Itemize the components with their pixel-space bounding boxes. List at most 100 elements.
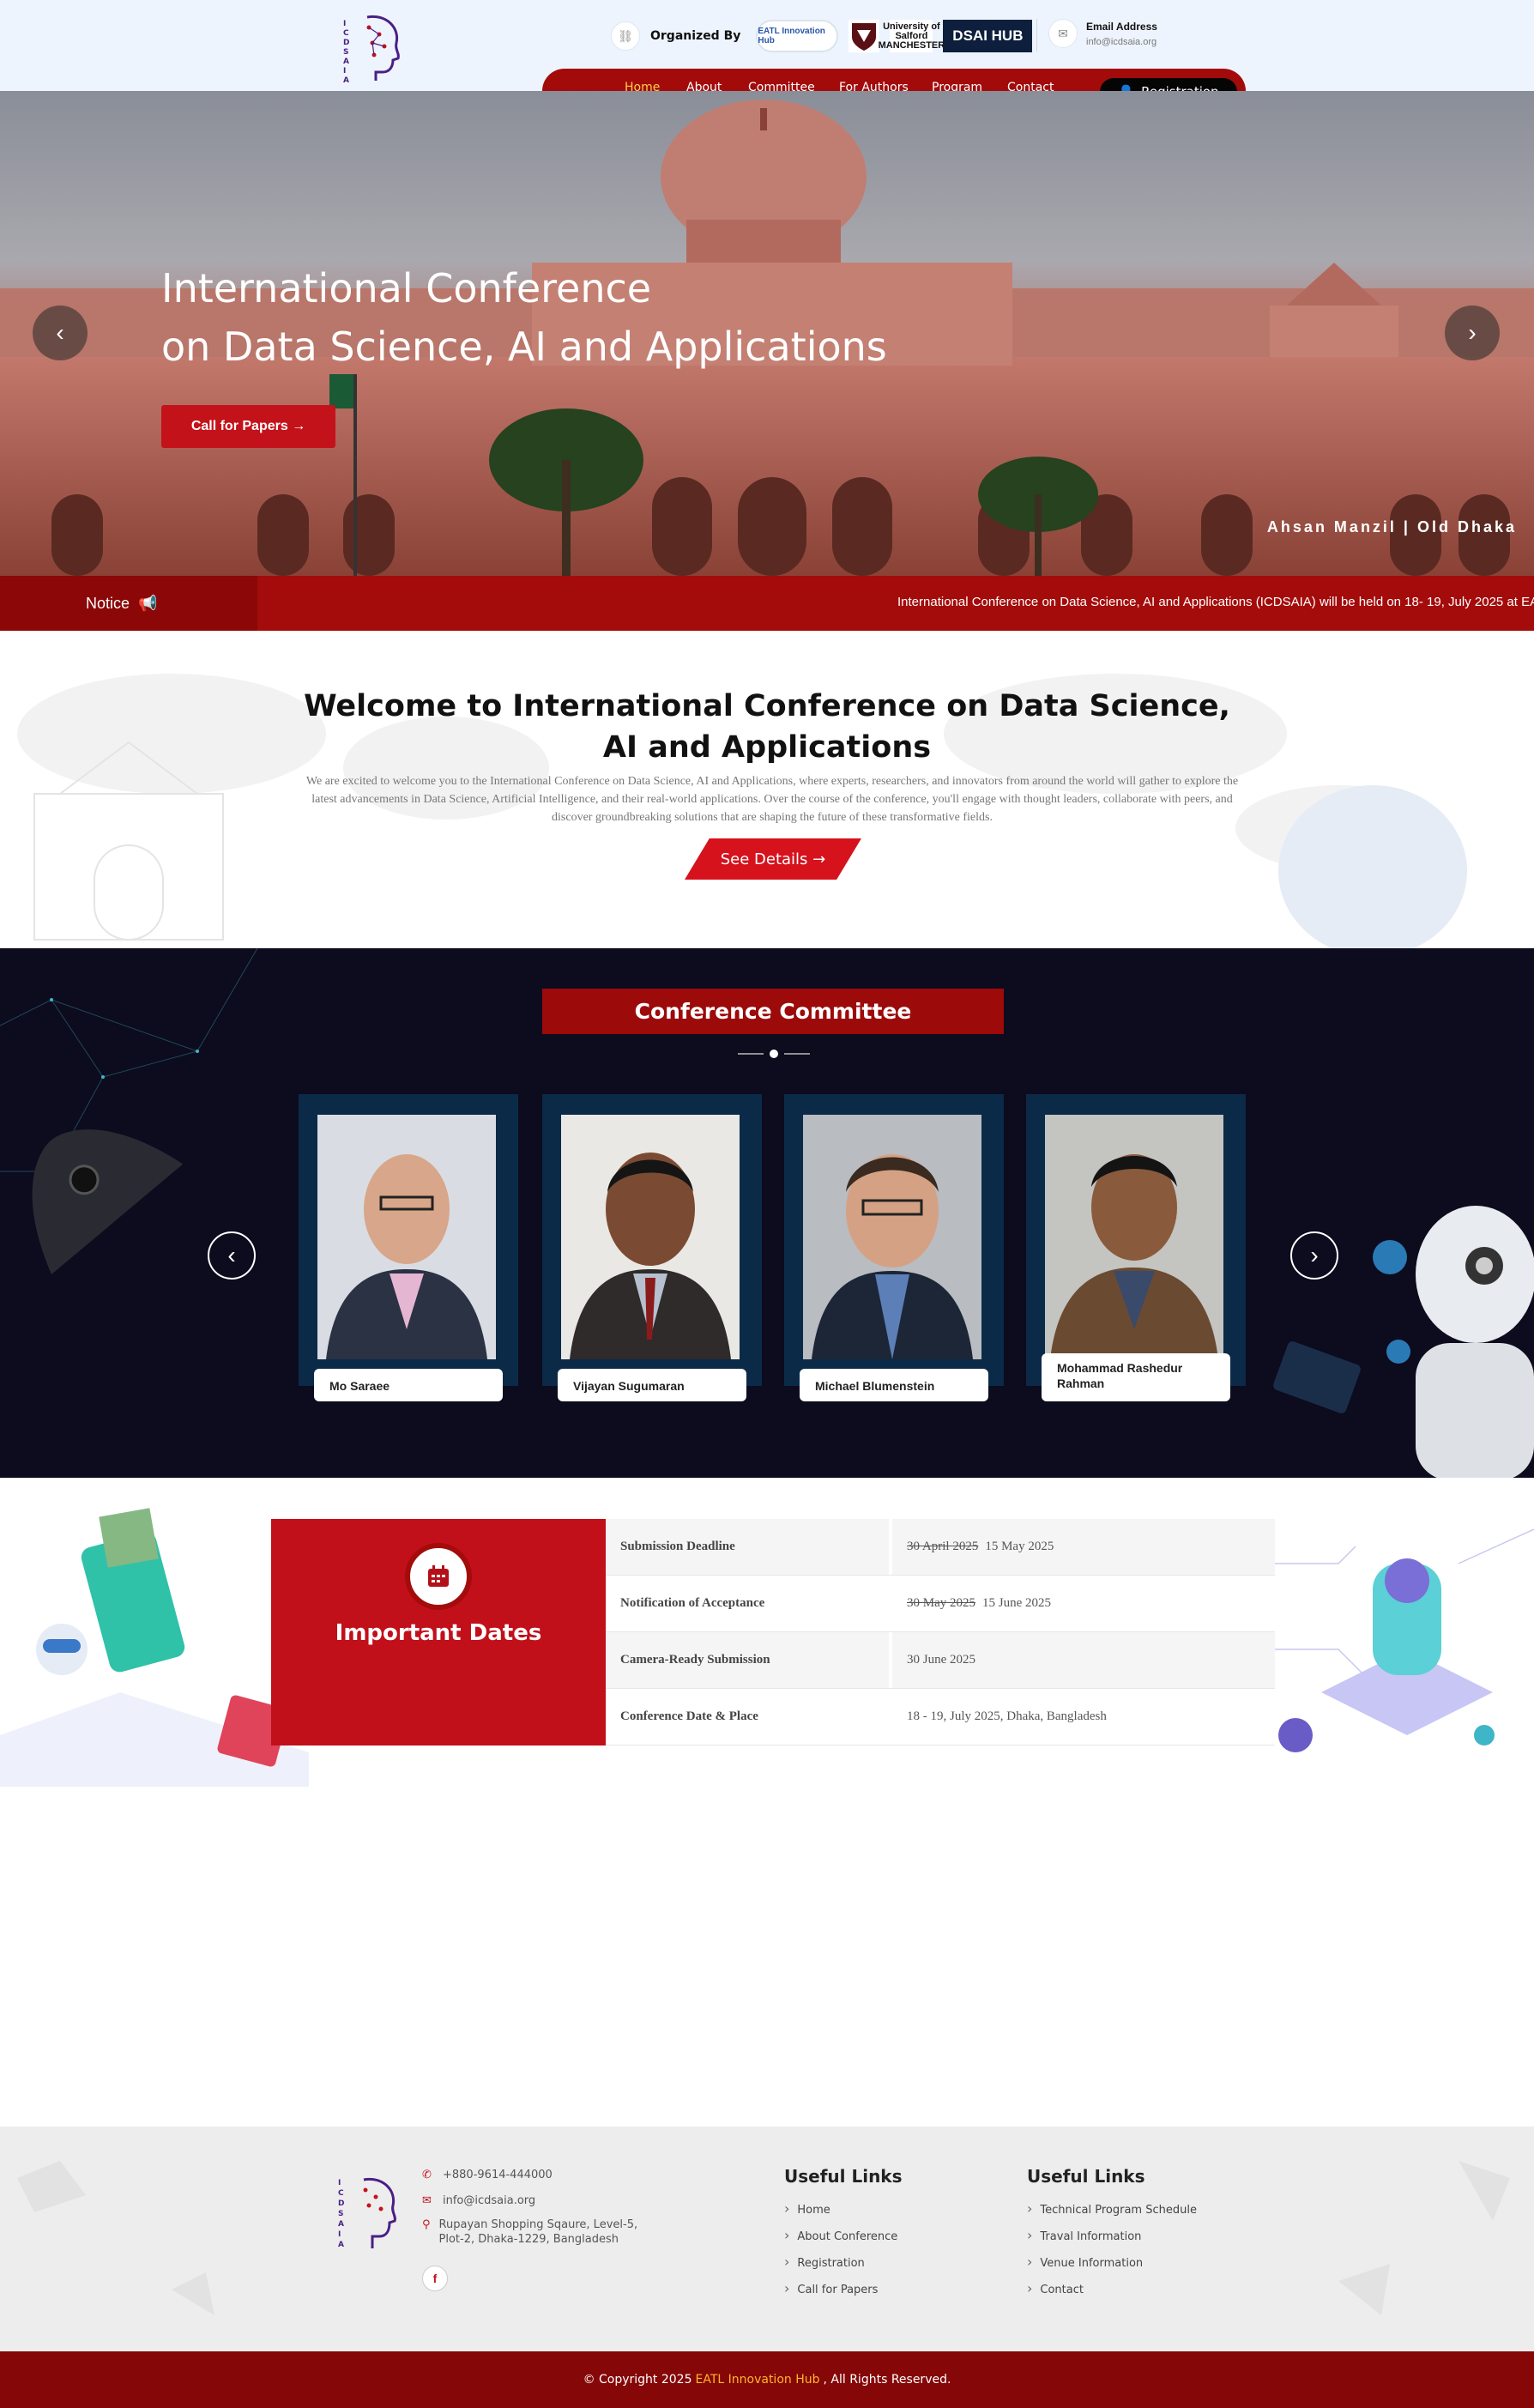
dates-title: Important Dates bbox=[335, 1620, 542, 1646]
member-card[interactable]: Michael Blumenstein bbox=[784, 1094, 1004, 1401]
footer-phone[interactable]: ✆ +880-9614-444000 bbox=[422, 2168, 553, 2182]
link-icon: ⛓ bbox=[611, 21, 640, 51]
title-divider-icon bbox=[738, 1050, 810, 1058]
footer-link-home[interactable]: Home bbox=[784, 2200, 903, 2227]
email-label: Email Address bbox=[1086, 20, 1157, 33]
dates-table: Submission Deadline 30 April 2025 15 May … bbox=[606, 1519, 1275, 1745]
date-value: 18 - 19, July 2025, Dhaka, Bangladesh bbox=[907, 1709, 1107, 1723]
copyright-pre: © Copyright 2025 bbox=[583, 2373, 692, 2387]
footer-link-about[interactable]: About Conference bbox=[784, 2227, 903, 2254]
top-bar: I C D S A I A ⛓ Organized By EATL Innova… bbox=[0, 0, 1534, 113]
hero-slider: International Conference on Data Science… bbox=[0, 91, 1534, 576]
svg-text:A: A bbox=[343, 76, 349, 82]
facebook-icon[interactable]: f bbox=[422, 2266, 448, 2291]
svg-text:I: I bbox=[343, 67, 346, 76]
dsai-hub-logo[interactable]: DSAI HUB bbox=[943, 20, 1033, 52]
welcome-section: Welcome to International Conference on D… bbox=[0, 631, 1534, 948]
eatl-logo[interactable]: EATL Innovation Hub bbox=[756, 20, 839, 52]
calendar-icon bbox=[405, 1543, 472, 1610]
address-text: Rupayan Shopping Sqaure, Level-5, Plot-2… bbox=[438, 2218, 638, 2246]
date-value: 30 April 2025 15 May 2025 bbox=[892, 1519, 1275, 1575]
footer-link-contact[interactable]: Contact bbox=[1027, 2280, 1197, 2307]
chevron-right-icon[interactable]: › bbox=[1445, 306, 1500, 360]
date-value: 30 June 2025 bbox=[907, 1653, 975, 1667]
member-card[interactable]: Vijayan Sugumaran bbox=[542, 1094, 762, 1401]
table-row: Submission Deadline 30 April 2025 15 May … bbox=[606, 1519, 1275, 1576]
date-label: Notification of Acceptance bbox=[606, 1576, 892, 1631]
footer: ICDSAIA ✆ +880-9614-444000 ✉ info@icdsaia.… bbox=[0, 2127, 1534, 2351]
member-photo bbox=[1045, 1115, 1223, 1359]
member-name: Mohammad Rashedur Rahman bbox=[1042, 1353, 1230, 1401]
envelope-icon: ✉ bbox=[1048, 19, 1078, 48]
copyright-brand-link[interactable]: EATL Innovation Hub bbox=[696, 2373, 820, 2387]
chevron-left-icon[interactable]: ‹ bbox=[33, 306, 88, 360]
copyright-post: , All Rights Reserved. bbox=[823, 2373, 951, 2387]
map-pin-icon: ⚲ bbox=[422, 2218, 431, 2231]
hero-caption: Ahsan Manzil | Old Dhaka bbox=[1266, 518, 1517, 535]
footer-link-registration[interactable]: Registration bbox=[784, 2254, 903, 2280]
new-date: 15 May 2025 bbox=[985, 1540, 1054, 1553]
table-row: Conference Date & Place 18 - 19, July 20… bbox=[606, 1689, 1275, 1745]
see-details-button[interactable]: See Details → bbox=[685, 838, 861, 880]
member-card[interactable]: Mo Saraee bbox=[299, 1094, 518, 1401]
new-date: 15 June 2025 bbox=[982, 1596, 1051, 1610]
footer-logo[interactable]: ICDSAIA bbox=[333, 2171, 402, 2252]
svg-text:I: I bbox=[343, 20, 346, 28]
member-photo bbox=[317, 1115, 496, 1359]
site-logo[interactable]: I C D S A I A bbox=[336, 12, 405, 82]
svg-text:S: S bbox=[338, 2210, 343, 2218]
email-value[interactable]: info@icdsaia.org bbox=[1086, 37, 1157, 47]
organized-by-label: Organized By bbox=[650, 29, 741, 43]
date-label: Camera-Ready Submission bbox=[606, 1632, 892, 1688]
svg-text:I: I bbox=[338, 2179, 341, 2187]
member-card[interactable]: Mohammad Rashedur Rahman bbox=[1026, 1094, 1246, 1401]
footer-email[interactable]: ✉ info@icdsaia.org bbox=[422, 2193, 535, 2208]
date-value: 30 May 2025 15 June 2025 bbox=[892, 1576, 1275, 1631]
important-dates-section: Important Dates Submission Deadline 30 A… bbox=[0, 1478, 1534, 1787]
svg-text:S: S bbox=[343, 48, 348, 57]
footer-background bbox=[17, 2161, 1510, 2315]
footer-link-venue[interactable]: Venue Information bbox=[1027, 2254, 1197, 2280]
salford-crest-icon bbox=[849, 20, 880, 52]
svg-text:D: D bbox=[343, 39, 349, 47]
old-date: 30 April 2025 bbox=[907, 1540, 979, 1553]
footer-col1-title: Useful Links bbox=[784, 2166, 903, 2187]
date-label: Submission Deadline bbox=[606, 1519, 892, 1575]
member-name: Michael Blumenstein bbox=[800, 1369, 988, 1401]
notice-ticker: Notice 📢 International Conference on Dat… bbox=[0, 576, 1534, 631]
member-name: Mo Saraee bbox=[314, 1369, 503, 1401]
email-text: info@icdsaia.org bbox=[443, 2194, 536, 2207]
call-for-papers-button[interactable]: Call for Papers → bbox=[161, 405, 335, 448]
svg-text:I: I bbox=[338, 2230, 341, 2239]
footer-link-travel[interactable]: Traval Information bbox=[1027, 2227, 1197, 2254]
footer-address: ⚲ Rupayan Shopping Sqaure, Level-5, Plot-… bbox=[422, 2217, 645, 2247]
member-photo bbox=[803, 1115, 981, 1359]
welcome-body: We are excited to welcome you to the Int… bbox=[305, 775, 1239, 824]
hero-title: International Conference on Data Science… bbox=[161, 259, 887, 376]
organizers-strip: ⛓ Organized By EATL Innovation Hub Unive… bbox=[611, 19, 1033, 53]
email-contact[interactable]: ✉ Email Address info@icdsaia.org bbox=[1048, 19, 1157, 48]
notice-text[interactable]: International Conference on Data Science… bbox=[897, 595, 1534, 609]
committee-section: Conference Committee ‹ › Mo Saraee Vijay… bbox=[0, 948, 1534, 1478]
header-divider bbox=[1036, 19, 1037, 51]
envelope-icon: ✉ bbox=[422, 2194, 432, 2207]
salford-logo[interactable]: University of Salford MANCHESTER bbox=[879, 20, 945, 52]
notice-label-block: Notice 📢 bbox=[0, 576, 257, 631]
footer-link-program-schedule[interactable]: Technical Program Schedule bbox=[1027, 2200, 1197, 2227]
table-row: Camera-Ready Submission 30 June 2025 bbox=[606, 1632, 1275, 1689]
svg-text:A: A bbox=[343, 57, 349, 66]
hero-title-line1: International Conference bbox=[161, 265, 652, 312]
table-row: Notification of Acceptance 30 May 2025 15… bbox=[606, 1576, 1275, 1632]
committee-next-chevron-icon[interactable]: › bbox=[1290, 1231, 1338, 1280]
svg-text:D: D bbox=[338, 2199, 344, 2208]
hero-title-line2: on Data Science, AI and Applications bbox=[161, 324, 887, 370]
member-photo bbox=[561, 1115, 740, 1359]
dates-heading-block: Important Dates bbox=[271, 1519, 606, 1745]
footer-link-call-for-papers[interactable]: Call for Papers bbox=[784, 2280, 903, 2307]
footer-links-col1: Useful Links Home About Conference Regis… bbox=[784, 2166, 903, 2307]
date-label: Conference Date & Place bbox=[606, 1689, 892, 1745]
svg-text:A: A bbox=[338, 2220, 344, 2229]
committee-prev-chevron-icon[interactable]: ‹ bbox=[208, 1231, 256, 1280]
footer-links-col2: Useful Links Technical Program Schedule … bbox=[1027, 2166, 1197, 2307]
svg-text:C: C bbox=[343, 29, 349, 38]
